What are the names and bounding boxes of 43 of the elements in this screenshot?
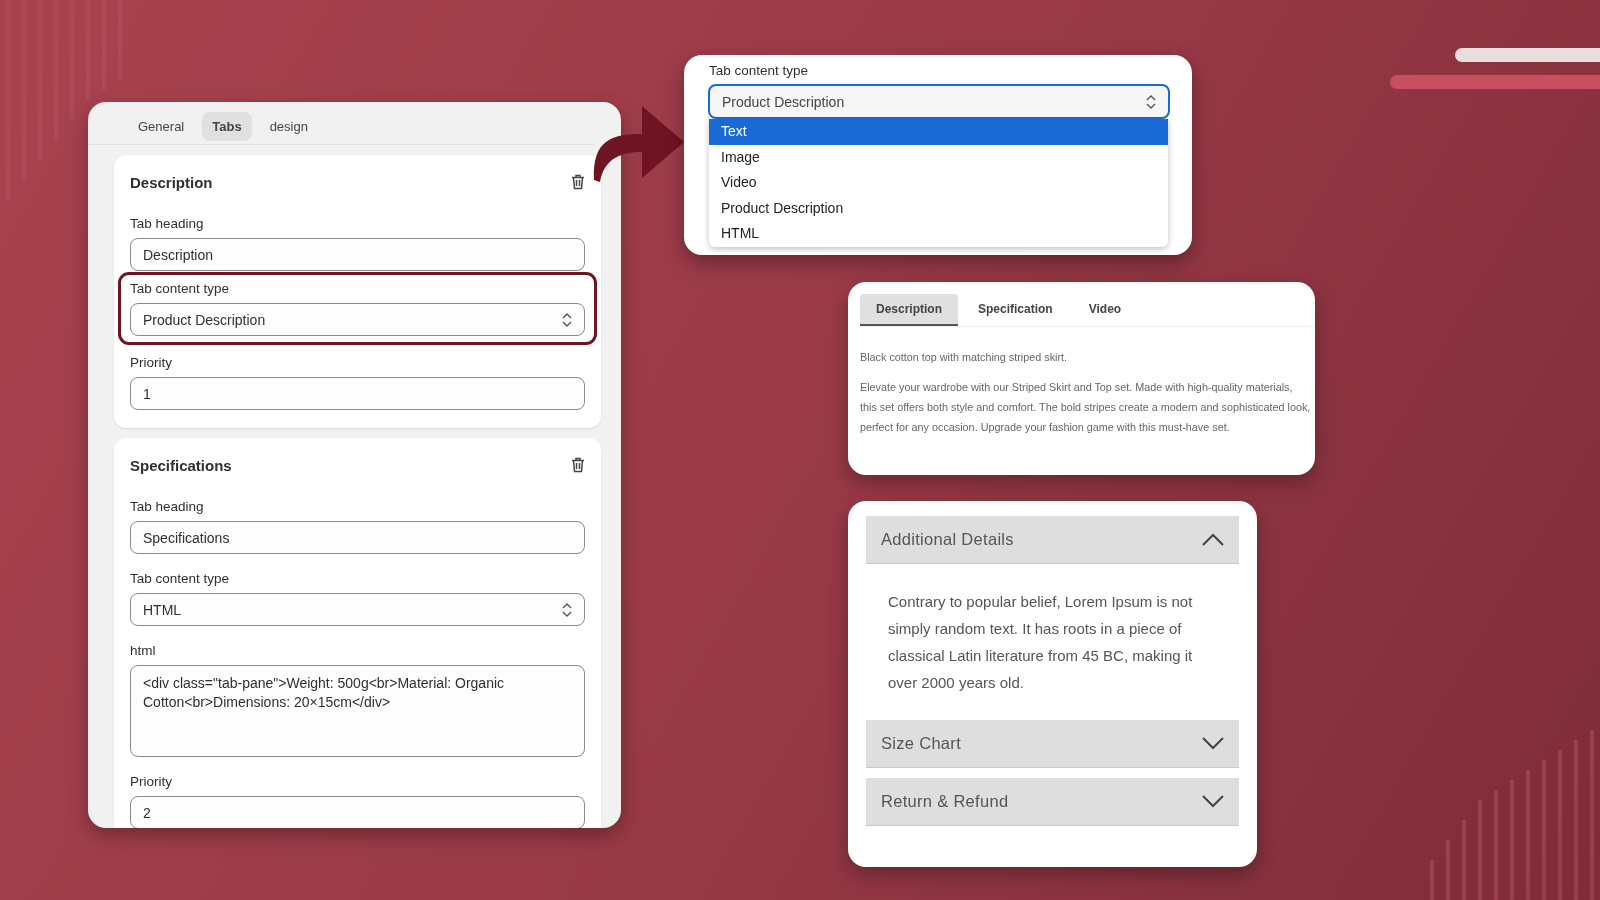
product-tab[interactable]: Specification xyxy=(962,294,1069,326)
dropdown-option[interactable]: Product Description xyxy=(709,195,1168,221)
settings-tab[interactable]: design xyxy=(259,111,318,141)
select-field[interactable]: Product Description xyxy=(130,303,585,336)
delete-icon[interactable] xyxy=(571,174,585,190)
select-field[interactable]: Product Description xyxy=(708,84,1170,119)
dropdown-option[interactable]: Image xyxy=(709,144,1168,170)
dropdown-option[interactable]: HTML xyxy=(709,221,1168,247)
select-field[interactable]: HTML xyxy=(130,593,585,626)
dropdown-option[interactable]: Text xyxy=(709,119,1168,145)
field-label: html xyxy=(130,643,157,658)
chevron-updown-icon xyxy=(1146,93,1156,110)
input-field[interactable]: 1 xyxy=(130,377,585,410)
input-field[interactable]: Description xyxy=(130,238,585,271)
accordion-header[interactable]: Additional Details xyxy=(866,516,1239,564)
input-field[interactable]: 2 xyxy=(130,796,585,828)
tab-paragraph: Elevate your wardrobe with our Striped Skirt and Top set. Made with high-quality materials, this set offers both style and comfort. The bold stripes create a modern and sophisticated look, perfect for any occasion. Upgrade your fashion game with this must-have set. xyxy=(860,380,1312,435)
field-label: Priority xyxy=(130,355,173,370)
field-label: Tab content type xyxy=(709,63,809,78)
field-label: Tab heading xyxy=(130,499,205,514)
chevron-updown-icon xyxy=(562,311,572,328)
field-label: Tab heading xyxy=(130,216,205,231)
chevron-down-icon xyxy=(1202,795,1224,808)
product-tab[interactable]: Description xyxy=(860,294,958,326)
accordion-text: Contrary to popular belief, Lorem Ipsum is not simply random text. It has roots in a piece of classical Latin literature from 45 BC, making it over 2000 years old. xyxy=(887,592,1194,693)
accordion-header[interactable]: Return & Refund xyxy=(866,778,1239,826)
field-label: Priority xyxy=(130,774,173,789)
accordion-header[interactable]: Size Chart xyxy=(866,720,1239,768)
tab-paragraph: Black cotton top with matching striped skirt. xyxy=(860,350,1069,365)
settings-tab[interactable]: General xyxy=(128,111,195,141)
field-label: Tab content type xyxy=(130,571,231,586)
delete-icon[interactable] xyxy=(571,457,585,473)
section-title: Description xyxy=(130,173,213,191)
input-field[interactable]: Specifications xyxy=(130,521,585,554)
product-tab[interactable]: Video xyxy=(1072,294,1138,326)
chevron-updown-icon xyxy=(562,601,572,618)
chevron-up-icon xyxy=(1202,533,1224,546)
settings-tab[interactable]: Tabs xyxy=(202,111,252,141)
field-label: Tab content type xyxy=(130,281,231,296)
dropdown-option[interactable]: Video xyxy=(709,170,1168,196)
chevron-down-icon xyxy=(1202,737,1224,750)
section-title: Specifications xyxy=(130,456,232,474)
html-textarea[interactable]: <div class="tab-pane">Weight: 500g<br>Material: Organic Cotton<br>Dimensions: 20×15cm</div> xyxy=(130,665,585,757)
